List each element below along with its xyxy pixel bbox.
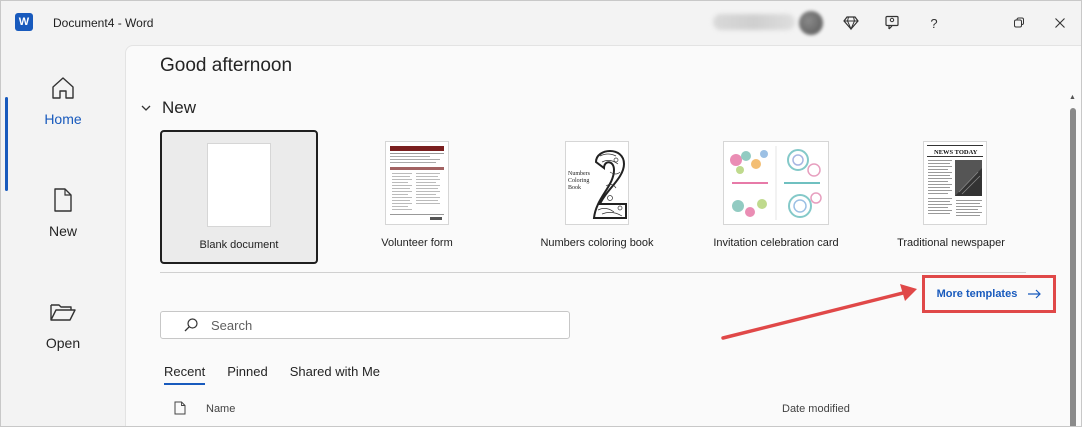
search-input[interactable]: Search <box>160 311 570 339</box>
template-traditional-newspaper[interactable]: NEWS TODAY Traditional newspaper <box>872 130 1030 264</box>
search-placeholder: Search <box>211 317 253 333</box>
page-title: Good afternoon <box>160 55 293 76</box>
template-label: Volunteer form <box>381 237 453 249</box>
template-label: Numbers coloring book <box>540 237 654 249</box>
coauthor-icon[interactable] <box>881 12 903 34</box>
svg-text:NEWS TODAY: NEWS TODAY <box>934 149 978 156</box>
diamond-icon[interactable] <box>840 12 862 34</box>
template-label: Invitation celebration card <box>713 237 839 249</box>
close-icon[interactable] <box>1049 12 1071 34</box>
column-header-date-modified[interactable]: Date modified <box>782 403 850 415</box>
divider <box>160 272 1026 273</box>
word-window: W Document4 - Word ? Home New Open Good … <box>0 0 1082 427</box>
left-rail: Home New Open <box>1 45 125 426</box>
user-name-blurred[interactable] <box>713 14 795 30</box>
rail-item-home[interactable]: Home <box>1 75 125 127</box>
tab-pinned[interactable]: Pinned <box>227 364 267 385</box>
arrow-right-icon <box>1028 289 1042 299</box>
title-bar: W Document4 - Word ? <box>1 1 1081 45</box>
template-label: Blank document <box>199 239 279 251</box>
scroll-thumb[interactable] <box>1070 108 1076 426</box>
folder-open-icon <box>50 304 76 321</box>
template-invitation-celebration-card[interactable]: Invitation celebration card <box>694 130 852 264</box>
scroll-up-arrow-icon[interactable]: ▲ <box>1069 94 1076 101</box>
template-numbers-coloring-book[interactable]: Numbers Coloring Book Numbers coloring b… <box>516 130 674 264</box>
tab-shared-with-me[interactable]: Shared with Me <box>290 364 380 385</box>
template-thumbnail: NEWS TODAY <box>924 142 986 224</box>
home-icon <box>52 77 74 99</box>
new-document-icon <box>54 188 72 212</box>
file-type-icon <box>174 401 186 418</box>
rail-item-open[interactable]: Open <box>1 299 125 351</box>
avatar[interactable] <box>799 11 823 35</box>
document-title: Document4 - Word <box>53 16 154 30</box>
column-header-name[interactable]: Name <box>206 403 235 415</box>
more-templates-button[interactable]: More templates <box>922 275 1056 313</box>
template-thumbnail <box>208 144 270 226</box>
template-volunteer-form[interactable]: Volunteer form <box>338 130 496 264</box>
word-app-icon[interactable]: W <box>15 13 33 31</box>
rail-item-label: Home <box>44 111 82 127</box>
restore-icon[interactable] <box>1008 12 1030 34</box>
rail-item-label: Open <box>45 335 81 351</box>
rail-item-new[interactable]: New <box>1 187 125 239</box>
template-blank-document[interactable]: Blank document <box>160 130 318 264</box>
vertical-scrollbar[interactable]: ▲ <box>1069 94 1076 426</box>
thumb-text: Numbers <box>568 171 591 177</box>
file-tabs: Recent Pinned Shared with Me <box>164 364 380 385</box>
svg-text:Book: Book <box>568 185 581 191</box>
template-thumbnail <box>724 142 828 224</box>
new-section-toggle[interactable]: New <box>140 98 196 118</box>
help-icon[interactable]: ? <box>923 12 945 34</box>
main-pane: Good afternoon New Blank document Volunt… <box>125 45 1081 426</box>
more-templates-label: More templates <box>936 288 1018 300</box>
template-gallery: Blank document Volunteer form Numbers Co… <box>160 130 1018 264</box>
tab-recent[interactable]: Recent <box>164 364 206 385</box>
rail-item-label: New <box>48 223 77 239</box>
search-icon <box>184 318 198 332</box>
template-label: Traditional newspaper <box>897 237 1005 249</box>
section-title-new: New <box>162 98 197 117</box>
template-thumbnail: Numbers Coloring Book <box>566 142 628 224</box>
svg-text:Coloring: Coloring <box>568 178 589 184</box>
chevron-down-icon <box>141 105 151 111</box>
template-thumbnail <box>386 142 448 224</box>
